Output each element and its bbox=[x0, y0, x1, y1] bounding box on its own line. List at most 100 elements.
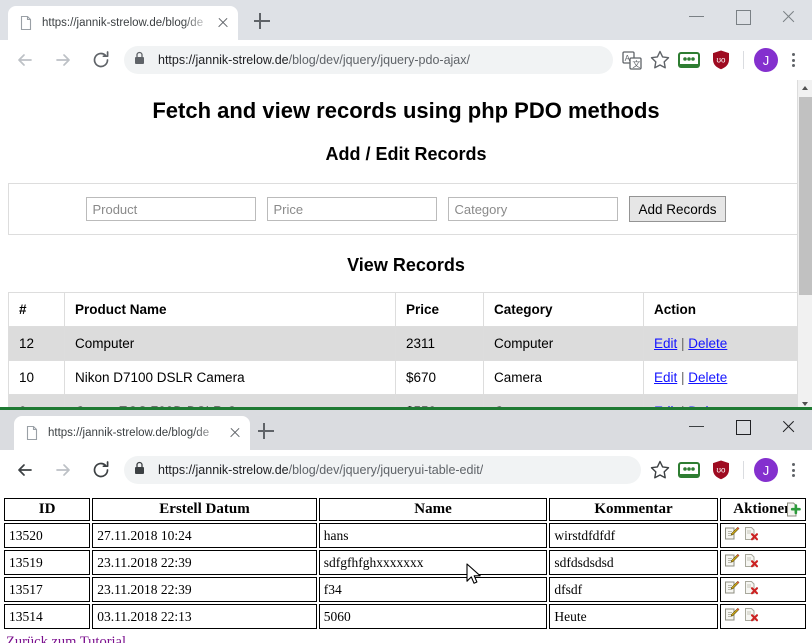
chrome-menu-icon[interactable] bbox=[782, 457, 804, 483]
cell-name[interactable]: f34 bbox=[318, 577, 548, 602]
window1-vertical-scrollbar[interactable] bbox=[797, 80, 812, 412]
ublock-shield-icon[interactable]: ʊo bbox=[708, 457, 734, 483]
bookmark-star-icon[interactable] bbox=[647, 457, 673, 483]
header-erstell-datum: Erstell Datum bbox=[92, 498, 317, 521]
new-tab-button[interactable] bbox=[252, 11, 272, 31]
table-row: 13520 27.11.2018 10:24 hans wirstdfdfdf bbox=[4, 523, 806, 548]
delete-row-icon[interactable] bbox=[744, 607, 759, 626]
avatar[interactable]: J bbox=[754, 458, 778, 482]
cell-kommentar[interactable]: sdfdsdsdsd bbox=[549, 550, 718, 575]
cell-aktionen bbox=[719, 523, 806, 548]
delete-row-icon[interactable] bbox=[744, 553, 759, 572]
delete-row-icon[interactable] bbox=[744, 580, 759, 599]
cell-kommentar[interactable]: dfsdf bbox=[549, 577, 718, 602]
reload-icon[interactable] bbox=[87, 46, 115, 74]
translate-icon[interactable]: A文 bbox=[619, 47, 645, 73]
minimize-button[interactable] bbox=[674, 410, 720, 442]
add-row-icon[interactable] bbox=[786, 502, 801, 522]
minimize-button[interactable] bbox=[674, 0, 720, 32]
bookmark-star-icon[interactable] bbox=[647, 47, 673, 73]
cell-id[interactable]: 13517 bbox=[4, 577, 91, 602]
window2-address-bar[interactable]: https://jannik-strelow.de/blog/dev/jquer… bbox=[124, 456, 641, 484]
cell-erstell-datum[interactable]: 03.11.2018 22:13 bbox=[92, 604, 317, 629]
edit-row-icon[interactable] bbox=[724, 553, 740, 572]
toolbar-divider bbox=[743, 51, 744, 69]
lock-icon bbox=[134, 51, 148, 70]
forward-icon[interactable] bbox=[49, 456, 77, 484]
table-row: 12 Computer 2311 Computer Edit | Delete bbox=[8, 326, 804, 361]
delete-row-icon[interactable] bbox=[744, 526, 759, 545]
cell-erstell-datum[interactable]: 23.11.2018 22:39 bbox=[92, 577, 317, 602]
extension-green-icon[interactable] bbox=[676, 47, 702, 73]
cell-name[interactable]: sdfgfhfghxxxxxxx bbox=[318, 550, 548, 575]
window2-tab[interactable]: https://jannik-strelow.de/blog/de bbox=[14, 416, 250, 450]
window1-tab-title: https://jannik-strelow.de/blog/de bbox=[42, 17, 204, 29]
ublock-shield-icon[interactable]: ʊo bbox=[708, 47, 734, 73]
close-icon[interactable] bbox=[226, 424, 244, 442]
cell-kommentar[interactable]: Heute bbox=[549, 604, 718, 629]
window2-url-path: /blog/dev/jquery/jqueryui-table-edit/ bbox=[288, 463, 484, 477]
header-id: ID bbox=[4, 498, 91, 521]
cell-erstell-datum[interactable]: 23.11.2018 22:39 bbox=[92, 550, 317, 575]
back-icon[interactable] bbox=[11, 456, 39, 484]
add-edit-subtitle: Add / Edit Records bbox=[325, 144, 487, 164]
records-header-row: # Product Name Price Category Action bbox=[8, 292, 804, 327]
add-records-button[interactable]: Add Records bbox=[629, 196, 726, 222]
window2-viewport: ID Erstell Datum Name Kommentar Aktionen bbox=[0, 490, 812, 643]
window1-url: https://jannik-strelow.de/blog/dev/jquer… bbox=[158, 53, 470, 67]
close-window-button[interactable] bbox=[766, 0, 812, 32]
edit-row-icon[interactable] bbox=[724, 526, 740, 545]
reload-icon[interactable] bbox=[87, 456, 115, 484]
cell-kommentar[interactable]: wirstdfdfdf bbox=[549, 523, 718, 548]
forward-icon[interactable] bbox=[49, 46, 77, 74]
scroll-up-icon[interactable] bbox=[798, 80, 812, 96]
scrollbar-thumb[interactable] bbox=[799, 97, 812, 295]
cell-id[interactable]: 13519 bbox=[4, 550, 91, 575]
toolbar-divider bbox=[743, 461, 744, 479]
window1-address-bar[interactable]: https://jannik-strelow.de/blog/dev/jquer… bbox=[124, 46, 613, 74]
cell-erstell-datum[interactable]: 27.11.2018 10:24 bbox=[92, 523, 317, 548]
svg-text:A: A bbox=[625, 54, 631, 63]
cell-name[interactable]: 5060 bbox=[318, 604, 548, 629]
cell-price: $670 bbox=[395, 360, 484, 395]
back-to-tutorial-link[interactable]: Zurück zum Tutorial bbox=[6, 634, 126, 643]
browser-window-table-edit: https://jannik-strelow.de/blog/de https:… bbox=[0, 407, 812, 643]
window1-titlebar: https://jannik-strelow.de/blog/de bbox=[0, 0, 812, 40]
maximize-button[interactable] bbox=[720, 410, 766, 442]
category-input[interactable] bbox=[448, 197, 619, 221]
cell-name[interactable]: hans bbox=[318, 523, 548, 548]
close-icon[interactable] bbox=[214, 14, 232, 32]
action-separator: | bbox=[677, 370, 689, 385]
cell-id: 10 bbox=[8, 360, 65, 395]
editable-table: ID Erstell Datum Name Kommentar Aktionen bbox=[2, 496, 808, 631]
header-category: Category bbox=[483, 292, 644, 327]
cell-category: Camera bbox=[483, 360, 644, 395]
product-input[interactable] bbox=[86, 197, 257, 221]
document-icon bbox=[18, 15, 34, 31]
maximize-button[interactable] bbox=[720, 0, 766, 32]
delete-link[interactable]: Delete bbox=[688, 370, 727, 385]
avatar[interactable]: J bbox=[754, 48, 778, 72]
delete-link[interactable]: Delete bbox=[688, 336, 727, 351]
close-window-button[interactable] bbox=[766, 410, 812, 442]
price-input[interactable] bbox=[267, 197, 438, 221]
edit-row-icon[interactable] bbox=[724, 607, 740, 626]
extension-green-icon[interactable] bbox=[676, 457, 702, 483]
edit-link[interactable]: Edit bbox=[654, 370, 677, 385]
edit-link[interactable]: Edit bbox=[654, 336, 677, 351]
records-table-head: # Product Name Price Category Action bbox=[8, 292, 804, 327]
header-aktionen-label: Aktionen bbox=[733, 501, 793, 517]
window1-tab[interactable]: https://jannik-strelow.de/blog/de bbox=[8, 6, 238, 40]
chrome-menu-icon[interactable] bbox=[782, 47, 804, 73]
table-row: 10 Nikon D7100 DSLR Camera $670 Camera Edit … bbox=[8, 360, 804, 395]
new-tab-button[interactable] bbox=[256, 421, 276, 441]
cell-aktionen bbox=[719, 577, 806, 602]
cell-id[interactable]: 13514 bbox=[4, 604, 91, 629]
cell-id[interactable]: 13520 bbox=[4, 523, 91, 548]
edit-row-icon[interactable] bbox=[724, 580, 740, 599]
cell-aktionen bbox=[719, 550, 806, 575]
back-icon[interactable] bbox=[11, 46, 39, 74]
view-records-title: View Records bbox=[347, 255, 465, 275]
table-row: 13517 23.11.2018 22:39 f34 dfsdf bbox=[4, 577, 806, 602]
header-action: Action bbox=[643, 292, 804, 327]
